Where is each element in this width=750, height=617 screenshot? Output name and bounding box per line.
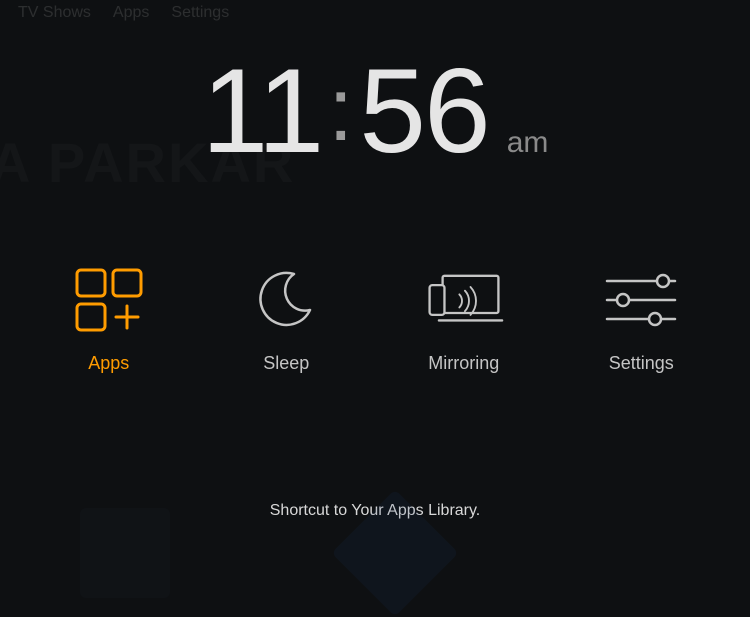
top-nav-item: TV Shows	[18, 4, 91, 22]
background-app-tiles	[80, 508, 440, 598]
top-nav-item: Settings	[171, 4, 229, 22]
tile-apps[interactable]: Apps	[34, 265, 184, 374]
quick-tiles-row: Apps Sleep Mirroring	[0, 265, 750, 374]
clock-hours: 11	[202, 42, 323, 180]
tile-mirroring[interactable]: Mirroring	[389, 265, 539, 374]
top-nav-item: Apps	[113, 4, 149, 22]
clock: 11 : 56 am	[0, 42, 750, 180]
sleep-icon	[246, 265, 326, 335]
tile-sleep-label: Sleep	[263, 353, 309, 374]
mirroring-icon	[424, 265, 504, 335]
tile-sleep[interactable]: Sleep	[211, 265, 361, 374]
clock-colon: :	[328, 59, 353, 162]
tile-settings-label: Settings	[609, 353, 674, 374]
clock-minutes: 56	[359, 42, 488, 180]
background-tile	[80, 508, 170, 598]
settings-icon	[601, 265, 681, 335]
tile-settings[interactable]: Settings	[566, 265, 716, 374]
selection-description: Shortcut to Your Apps Library.	[0, 502, 750, 520]
apps-icon	[69, 265, 149, 335]
top-nav: TV Shows Apps Settings	[0, 0, 247, 26]
clock-ampm: am	[507, 126, 549, 160]
tile-mirroring-label: Mirroring	[428, 353, 499, 374]
tile-apps-label: Apps	[88, 353, 129, 374]
